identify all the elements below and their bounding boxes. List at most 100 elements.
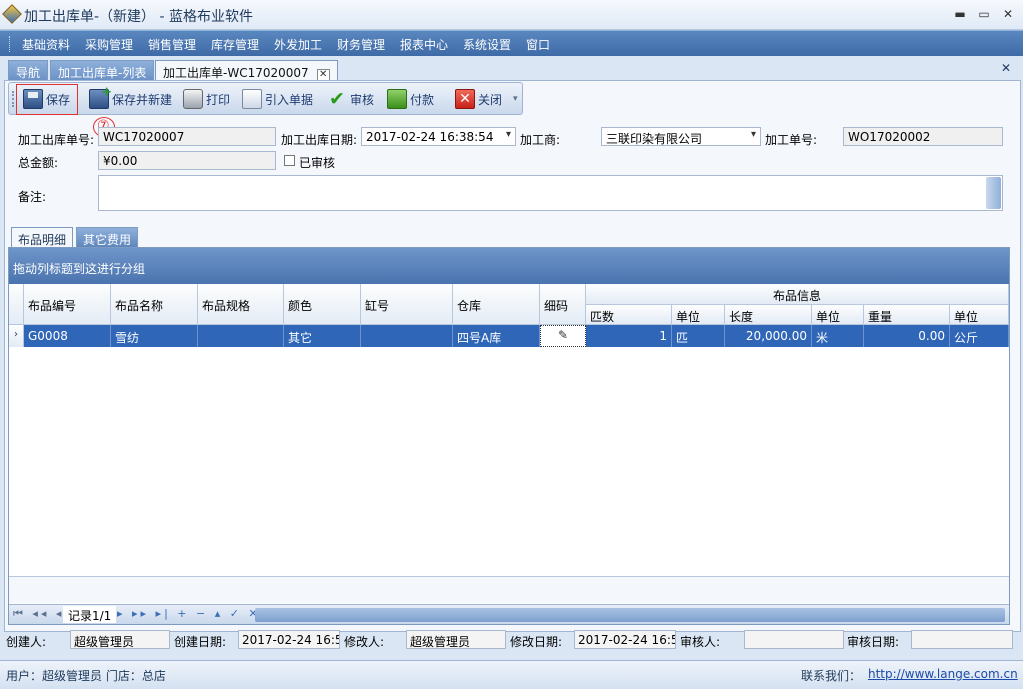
table-cell[interactable]: 米 (812, 325, 864, 347)
order-no-field[interactable]: WC17020007 (98, 127, 276, 146)
main-content: 保存 保存并新建 打印 引入单据 ✔审核 付款 ✕关闭▾ ⑦ 加工出库单号: W… (4, 80, 1021, 632)
pay-label: 付款 (410, 92, 435, 107)
column-header[interactable]: 缸号 (361, 284, 453, 325)
close-label: 关闭 (478, 92, 503, 107)
horizontal-scrollbar[interactable] (255, 608, 1005, 622)
save-highlight-box (16, 84, 78, 115)
navigator-first-prev-buttons[interactable]: ⏮ ◂◂ ◂ (13, 607, 64, 621)
processor-label: 加工商: (520, 133, 561, 147)
column-header[interactable]: 重量 (864, 305, 950, 325)
audited-label: 已审核 (299, 156, 336, 170)
save-and-new-button[interactable]: 保存并新建 (89, 85, 173, 110)
process-no-field[interactable]: WO17020002 (843, 127, 1003, 146)
tab-label: 其它费用 (83, 233, 132, 247)
audited-checkbox[interactable] (284, 155, 295, 166)
menu-settings[interactable]: 系统设置 (463, 36, 511, 53)
close-all-tabs-icon[interactable]: ✕ (1001, 61, 1011, 75)
app-logo-icon (2, 4, 22, 24)
tab-label: 加工出库单-WC17020007 (163, 66, 309, 80)
save-new-label: 保存并新建 (112, 92, 173, 107)
close-button[interactable]: ✕ 关闭 ▾ (455, 88, 518, 110)
order-no-label: 加工出库单号: (18, 133, 95, 147)
table-cell[interactable]: 其它 (284, 325, 361, 347)
audit-date-label: 审核日期: (847, 635, 900, 649)
remarks-scrollbar[interactable] (986, 177, 1001, 209)
fabric-grid: 拖动列标题到这进行分组 布品编号 布品名称 布品规格 颜色 缸号 仓库 细码 布… (8, 247, 1010, 625)
menu-sales[interactable]: 销售管理 (148, 36, 196, 53)
column-header[interactable]: 匹数 (586, 305, 672, 325)
menu-inventory[interactable]: 库存管理 (211, 36, 259, 53)
grid-navigator: ⏮ ◂◂ ◂ 记录1/1 ▸ ▸▸ ▸| + − ▴ ✓ ✕ (9, 604, 1009, 624)
maximize-button[interactable]: ▭ (974, 6, 994, 22)
remarks-label: 备注: (18, 190, 47, 204)
date-picker[interactable]: 2017-02-24 16:38:54 (361, 127, 516, 146)
pay-button[interactable]: 付款 (387, 88, 434, 110)
tab-fabric-details[interactable]: 布品明细 (11, 227, 74, 247)
creator-field: 超级管理员 (70, 630, 170, 649)
band-header[interactable]: 布品信息 (586, 284, 1009, 305)
column-header[interactable]: 单位 (672, 305, 725, 325)
processor-select[interactable]: 三联印染有限公司 (601, 127, 761, 146)
total-amount-field: ¥0.00 (98, 151, 276, 170)
table-cell[interactable]: 0.00 (864, 325, 950, 347)
column-header[interactable]: 仓库 (453, 284, 540, 325)
column-header[interactable]: 布品规格 (198, 284, 284, 325)
audit-button[interactable]: ✔ 审核 (327, 88, 374, 110)
toolbar: 保存 保存并新建 打印 引入单据 ✔审核 付款 ✕关闭▾ (8, 82, 523, 115)
detail-code-edit-icon[interactable]: ✎ (540, 325, 586, 347)
modifier-field: 超级管理员 (406, 630, 506, 649)
document-tab-strip: 导航 加工出库单-列表 加工出库单-WC17020007 ✕ (0, 56, 1023, 81)
total-label: 总金额: (18, 156, 59, 170)
column-header[interactable]: 颜色 (284, 284, 361, 325)
print-button[interactable]: 打印 (183, 88, 230, 110)
column-header[interactable]: 布品编号 (24, 284, 111, 325)
auditor-field (744, 630, 844, 649)
menu-outsourcing[interactable]: 外发加工 (274, 36, 322, 53)
table-cell[interactable]: 匹 (672, 325, 725, 347)
tab-other-fees[interactable]: 其它费用 (76, 227, 139, 247)
table-cell[interactable]: 1 (586, 325, 672, 347)
create-date-field: 2017-02-24 16:5 (238, 630, 340, 649)
payment-icon (387, 89, 407, 109)
chevron-down-icon[interactable]: ▾ (513, 94, 518, 104)
import-document-button[interactable]: 引入单据 (242, 88, 313, 110)
tab-label: 加工出库单-列表 (58, 66, 147, 80)
group-by-panel[interactable]: 拖动列标题到这进行分组 (9, 248, 1009, 284)
print-label: 打印 (206, 92, 231, 107)
menu-window[interactable]: 窗口 (526, 36, 550, 53)
column-header[interactable]: 布品名称 (111, 284, 198, 325)
printer-icon (183, 89, 203, 109)
modifier-label: 修改人: (344, 635, 385, 649)
remarks-textarea[interactable] (98, 175, 1003, 211)
table-cell[interactable]: G0008 (24, 325, 111, 347)
menu-grip (9, 36, 12, 52)
table-cell[interactable]: 20,000.00 (725, 325, 812, 347)
menu-reports[interactable]: 报表中心 (400, 36, 448, 53)
menu-finance[interactable]: 财务管理 (337, 36, 385, 53)
import-document-icon (242, 89, 262, 109)
status-bar: 用户：超级管理员 门店：总店 联系我们： http://www.lange.co… (0, 660, 1023, 689)
column-header[interactable]: 单位 (812, 305, 864, 325)
creator-label: 创建人: (6, 635, 47, 649)
menu-purchase[interactable]: 采购管理 (85, 36, 133, 53)
table-cell[interactable]: 雪纺 (111, 325, 198, 347)
create-date-label: 创建日期: (174, 635, 227, 649)
navigator-edit-buttons[interactable]: ▸ ▸▸ ▸| + − ▴ ✓ ✕ (117, 607, 261, 620)
contact-link[interactable]: http://www.lange.com.cn (868, 667, 1018, 681)
table-cell[interactable]: 四号A库 (453, 325, 540, 347)
window-close-button[interactable]: ✕ (998, 6, 1018, 22)
table-cell[interactable] (198, 325, 284, 347)
table-cell[interactable]: 公斤 (950, 325, 1009, 347)
column-header[interactable]: 细码 (540, 284, 586, 325)
table-cell[interactable] (361, 325, 453, 347)
tab-outbound-order[interactable]: 加工出库单-WC17020007 ✕ (155, 60, 338, 81)
tab-navigation[interactable]: 导航 (8, 60, 49, 80)
column-header[interactable]: 单位 (950, 305, 1009, 325)
column-header[interactable]: 长度 (725, 305, 812, 325)
user-store-info: 用户：超级管理员 门店：总店 (6, 669, 166, 683)
row-indicator[interactable]: › (9, 325, 24, 347)
minimize-button[interactable]: ▬ (950, 6, 970, 22)
title-bar: 加工出库单-（新建） - 蓝格布业软件 ▬ ▭ ✕ (0, 0, 1023, 30)
menu-basic-data[interactable]: 基础资料 (22, 36, 70, 53)
tab-outbound-list[interactable]: 加工出库单-列表 (50, 60, 155, 80)
